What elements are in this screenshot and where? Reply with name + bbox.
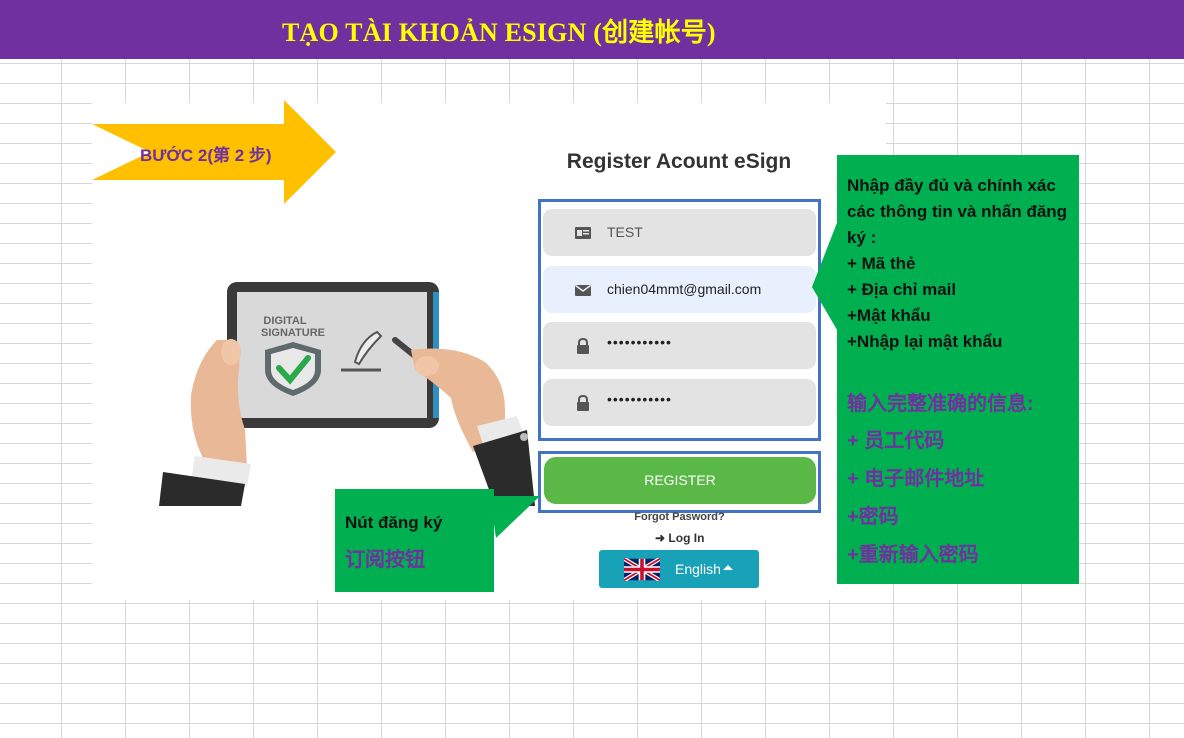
info-zh-line: +密码 xyxy=(847,506,899,528)
info-callout: Nhập đầy đủ và chính xác các thông tin v… xyxy=(837,155,1079,584)
info-zh-line: 输入完整准确的信息: xyxy=(847,393,1034,415)
illustration-text-1: DIGITAL xyxy=(263,315,306,327)
forgot-password-link[interactable]: Forgot Pasword? xyxy=(600,511,759,523)
info-zh-line: + 员工代码 xyxy=(847,430,945,452)
language-selector[interactable]: English xyxy=(599,550,759,588)
title-banner: TẠO TÀI KHOẢN ESIGN (创建帐号) xyxy=(0,0,1184,59)
login-label: Log In xyxy=(668,531,705,545)
fields-highlight-frame xyxy=(538,199,821,441)
uk-flag-icon xyxy=(624,558,660,581)
form-title: Register Acount eSign xyxy=(566,150,792,173)
login-link[interactable]: ➜ Log In xyxy=(655,531,704,545)
info-zh-line: + 电子邮件地址 xyxy=(847,468,985,490)
info-vn-line: + Mã thẻ xyxy=(847,254,916,273)
button-callout-zh: 订阅按钮 xyxy=(345,549,425,571)
info-callout-vn: Nhập đầy đủ và chính xác các thông tin v… xyxy=(847,173,1077,355)
info-zh-line: +重新输入密码 xyxy=(847,544,979,566)
button-callout: Nút đăng ký 订阅按钮 xyxy=(335,489,494,592)
button-highlight-frame xyxy=(538,451,821,513)
digital-signature-illustration: DIGITAL SIGNATURE xyxy=(159,282,535,506)
step-label: BƯỚC 2(第 2 步) xyxy=(140,146,272,165)
info-vn-line: Nhập đầy đủ và chính xác các thông tin v… xyxy=(847,176,1068,247)
illustration-text-2: SIGNATURE xyxy=(261,327,325,339)
caret-up-icon xyxy=(723,565,733,570)
info-vn-line: + Địa chỉ mail xyxy=(847,280,957,299)
info-vn-line: +Nhập lại mật khẩu xyxy=(847,332,1003,351)
arrow-right-icon: ➜ xyxy=(655,531,666,545)
button-callout-pointer xyxy=(490,496,540,538)
banner-title: TẠO TÀI KHOẢN ESIGN (创建帐号) xyxy=(282,18,716,47)
info-vn-line: +Mật khẩu xyxy=(847,306,931,325)
language-label: English xyxy=(675,561,721,577)
button-callout-vn: Nút đăng ký xyxy=(345,513,443,532)
